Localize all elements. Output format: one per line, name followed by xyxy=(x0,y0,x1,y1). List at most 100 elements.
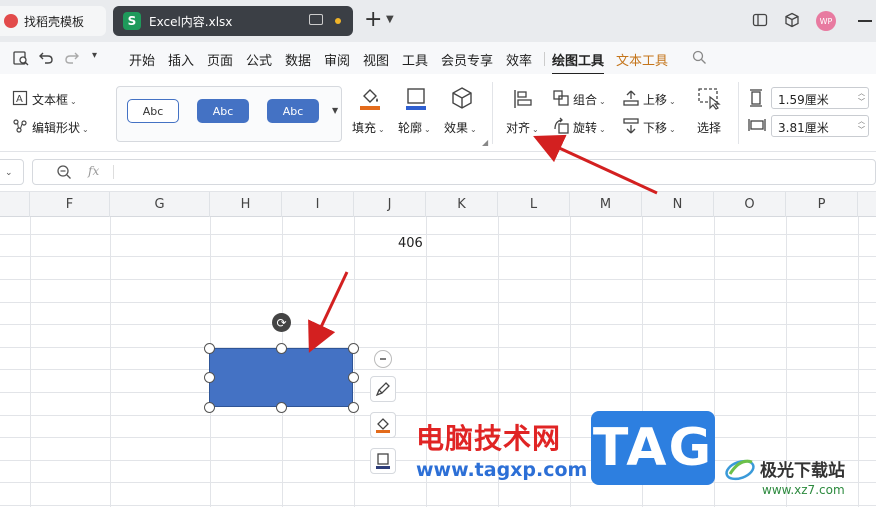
column-header-g[interactable]: G xyxy=(110,192,210,217)
effect-button[interactable]: 效果 ⌄ xyxy=(444,119,477,136)
resize-handle[interactable] xyxy=(204,402,215,413)
column-headers: F G H I J K L M N O P xyxy=(0,191,876,217)
column-header-i[interactable]: I xyxy=(282,192,354,217)
print-preview-icon[interactable] xyxy=(12,49,30,67)
menu-data[interactable]: 数据 xyxy=(285,50,311,69)
textbox-button[interactable]: 文本框 ⌄ xyxy=(32,91,77,108)
new-tab-button[interactable]: + xyxy=(364,9,382,31)
sidebar-toggle-icon[interactable] xyxy=(752,12,768,28)
column-header-o[interactable]: O xyxy=(714,192,786,217)
tab-excel-file[interactable]: S Excel内容.xlsx xyxy=(113,6,353,36)
resize-handle[interactable] xyxy=(348,402,359,413)
menu-efficiency[interactable]: 效率 xyxy=(506,50,532,69)
resize-handle[interactable] xyxy=(348,343,359,354)
watermark-jg-name: 极光下载站 xyxy=(760,461,845,481)
cube-icon[interactable] xyxy=(784,12,800,28)
outline-button[interactable]: 轮廓 ⌄ xyxy=(398,119,431,136)
menu-formula[interactable]: 公式 xyxy=(246,50,272,69)
chevron-down-icon[interactable]: ⌄ xyxy=(5,168,13,178)
column-header-prev[interactable] xyxy=(0,192,30,217)
minus-icon xyxy=(380,358,386,360)
menu-member[interactable]: 会员专享 xyxy=(441,50,493,69)
rotate-handle-icon[interactable]: ⟳ xyxy=(272,313,291,332)
column-header-m[interactable]: M xyxy=(570,192,642,217)
tab-label: Excel内容.xlsx xyxy=(149,14,233,29)
send-backward-button[interactable]: 下移 ⌄ xyxy=(643,119,676,136)
name-box[interactable]: ⌄ xyxy=(0,159,24,185)
avatar[interactable]: WP xyxy=(816,11,836,31)
height-spinner-icon[interactable]: ︿ ﹀ xyxy=(858,89,865,107)
search-icon[interactable] xyxy=(692,50,707,65)
column-header-l[interactable]: L xyxy=(498,192,570,217)
shape-width-icon xyxy=(748,119,766,131)
ribbon-divider xyxy=(738,82,739,144)
collapse-toolbar-button[interactable] xyxy=(374,350,392,368)
monitor-icon[interactable] xyxy=(309,14,323,25)
fill-quick-button[interactable] xyxy=(370,412,396,438)
outline-quick-button[interactable] xyxy=(370,448,396,474)
shape-width-value: 3.81厘米 xyxy=(778,121,829,135)
edit-shape-button[interactable]: 编辑形状 ⌄ xyxy=(32,119,89,136)
docer-logo-icon xyxy=(4,14,18,28)
formula-divider xyxy=(113,165,114,179)
spreadsheet-icon: S xyxy=(123,12,141,30)
menu-view[interactable]: 视图 xyxy=(363,50,389,69)
resize-handle[interactable] xyxy=(276,402,287,413)
shape-style-option[interactable]: Abc xyxy=(197,99,249,123)
watermark-site-url: www.tagxp.com xyxy=(416,459,588,481)
minimize-icon[interactable] xyxy=(858,20,872,22)
menu-insert[interactable]: 插入 xyxy=(168,50,194,69)
resize-handle[interactable] xyxy=(276,343,287,354)
width-spinner-icon[interactable]: ︿ ﹀ xyxy=(858,117,865,135)
align-icon xyxy=(514,90,532,108)
watermark-site-name: 电脑技术网 xyxy=(416,422,562,455)
resize-handle[interactable] xyxy=(348,372,359,383)
menu-review[interactable]: 审阅 xyxy=(324,50,350,69)
column-header-p[interactable]: P xyxy=(786,192,858,217)
tab-label: 找稻壳模板 xyxy=(24,14,85,29)
tab-template-store[interactable]: 找稻壳模板 xyxy=(0,6,106,36)
shape-style-option[interactable]: Abc xyxy=(127,99,179,123)
column-header-j[interactable]: J xyxy=(354,192,426,217)
undo-icon[interactable] xyxy=(38,50,54,66)
rotate-button[interactable]: 旋转 ⌄ xyxy=(573,119,606,136)
styles-more-icon[interactable]: ▼ xyxy=(332,106,338,115)
fx-icon[interactable]: fx xyxy=(88,164,99,178)
cell-j-value[interactable]: 406 xyxy=(398,236,423,251)
zoom-icon[interactable] xyxy=(56,164,72,180)
style-brush-button[interactable] xyxy=(370,376,396,402)
shape-style-option[interactable]: Abc xyxy=(267,99,319,123)
select-button[interactable]: 选择 xyxy=(697,119,721,136)
shape-width-input[interactable]: 3.81厘米 ︿ ﹀ xyxy=(771,115,869,137)
column-header-h[interactable]: H xyxy=(210,192,282,217)
column-header-k[interactable]: K xyxy=(426,192,498,217)
unsaved-dot-icon xyxy=(335,18,341,24)
chevron-down-icon[interactable]: ▼ xyxy=(386,14,394,25)
quick-access-more-icon[interactable]: ▾ xyxy=(92,50,97,61)
menu-tools[interactable]: 工具 xyxy=(402,50,428,69)
menu-home[interactable]: 开始 xyxy=(129,50,155,69)
resize-handle[interactable] xyxy=(204,372,215,383)
column-header-n[interactable]: N xyxy=(642,192,714,217)
formula-bar: ⌄ fx xyxy=(0,157,876,187)
menu-page[interactable]: 页面 xyxy=(207,50,233,69)
ribbon: A 文本框 ⌄ 编辑形状 ⌄ Abc Abc Abc ▼ 填充 ⌄ 轮廓 ⌄ 效果 ⌄ ◢… xyxy=(0,74,876,152)
bring-forward-button[interactable]: 上移 ⌄ xyxy=(643,91,676,108)
shape-styles-gallery: Abc Abc Abc xyxy=(116,86,342,142)
redo-icon[interactable] xyxy=(64,50,80,66)
group-icon xyxy=(553,90,569,106)
menu-drawing-tools[interactable]: 绘图工具 xyxy=(552,50,605,75)
outline-icon xyxy=(376,453,390,469)
brush-icon xyxy=(375,382,390,397)
group-button[interactable]: 组合 ⌄ xyxy=(573,91,606,108)
align-button[interactable]: 对齐 ⌄ xyxy=(506,119,539,136)
resize-handle[interactable] xyxy=(204,343,215,354)
svg-text:A: A xyxy=(16,94,23,105)
dialog-launcher-icon[interactable]: ◢ xyxy=(482,138,488,147)
fill-button[interactable]: 填充 ⌄ xyxy=(352,119,385,136)
column-header-f[interactable]: F xyxy=(30,192,110,217)
select-pane-icon xyxy=(698,88,721,110)
menu-text-tools[interactable]: 文本工具 xyxy=(616,50,668,69)
rectangle-shape[interactable] xyxy=(209,348,353,407)
shape-height-input[interactable]: 1.59厘米 ︿ ﹀ xyxy=(771,87,869,109)
